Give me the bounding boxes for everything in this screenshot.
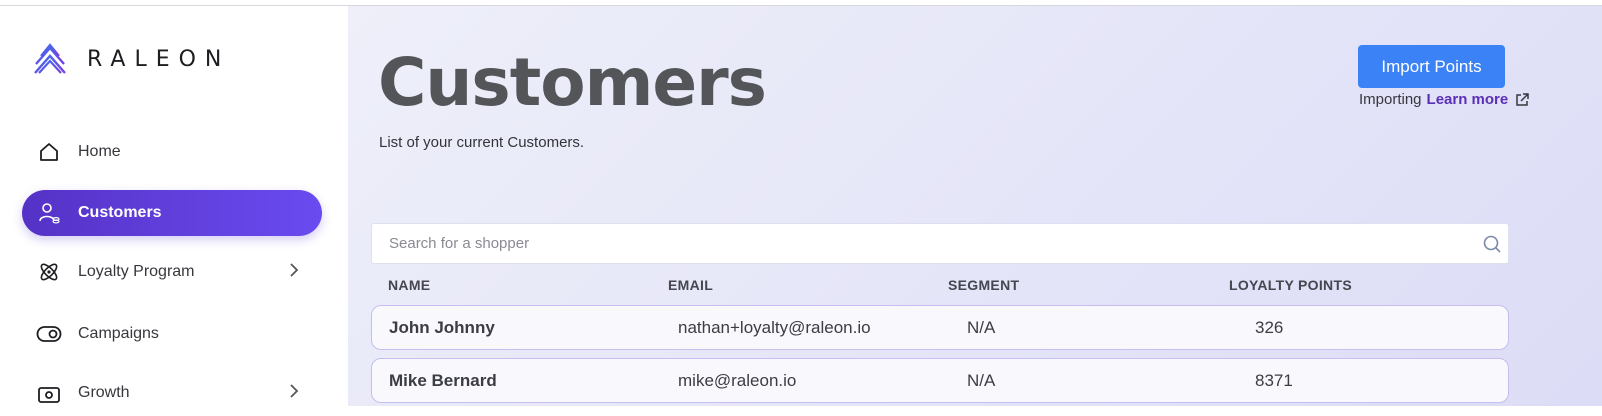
search-bar bbox=[371, 223, 1509, 264]
page-title: Customers bbox=[378, 44, 767, 121]
sidebar-item-label: Campaigns bbox=[78, 325, 159, 342]
sidebar-item-label: Customers bbox=[78, 204, 162, 221]
importing-label: Importing bbox=[1359, 91, 1422, 108]
growth-icon bbox=[36, 380, 62, 406]
customer-segment: N/A bbox=[967, 318, 996, 337]
customer-points: 8371 bbox=[1255, 371, 1293, 390]
sidebar: RALEON Home Customers Loyalty Program Ca… bbox=[0, 6, 348, 406]
import-points-button[interactable]: Import Points bbox=[1358, 45, 1505, 88]
search-icon[interactable] bbox=[1482, 234, 1502, 259]
customer-points: 326 bbox=[1255, 318, 1284, 337]
chevron-right-icon bbox=[288, 383, 300, 404]
chevron-right-icon bbox=[288, 262, 300, 283]
customers-icon bbox=[36, 200, 62, 226]
table-row[interactable]: John Johnny nathan+loyalty@raleon.io N/A… bbox=[371, 305, 1509, 350]
page-subtitle: List of your current Customers. bbox=[379, 134, 585, 151]
table-row[interactable]: Mike Bernard mike@raleon.io N/A 8371 bbox=[371, 358, 1509, 403]
customer-name: Mike Bernard bbox=[389, 371, 497, 390]
customer-segment: N/A bbox=[967, 371, 996, 390]
column-header-name[interactable]: NAME bbox=[388, 277, 430, 293]
sidebar-item-customers[interactable]: Customers bbox=[22, 190, 322, 236]
loyalty-icon bbox=[36, 259, 62, 285]
customer-email: nathan+loyalty@raleon.io bbox=[678, 318, 871, 337]
column-header-segment[interactable]: SEGMENT bbox=[948, 277, 1019, 293]
brand-name: RALEON bbox=[87, 46, 231, 72]
column-header-email[interactable]: EMAIL bbox=[668, 277, 713, 293]
external-link-icon[interactable] bbox=[1514, 92, 1530, 108]
toggle-icon bbox=[36, 321, 62, 347]
home-icon bbox=[36, 139, 62, 165]
customer-email: mike@raleon.io bbox=[678, 371, 797, 390]
brand-logo[interactable]: RALEON bbox=[33, 42, 230, 76]
column-header-loyalty-points[interactable]: LOYALTY POINTS bbox=[1229, 277, 1352, 293]
importing-help: Importing Learn more bbox=[1359, 91, 1530, 108]
main-content: Customers List of your current Customers… bbox=[348, 6, 1602, 406]
raleon-logo-icon bbox=[34, 43, 66, 74]
sidebar-item-home[interactable]: Home bbox=[22, 129, 322, 175]
sidebar-item-growth[interactable]: Growth bbox=[22, 370, 322, 416]
sidebar-item-campaigns[interactable]: Campaigns bbox=[22, 311, 322, 357]
sidebar-item-loyalty-program[interactable]: Loyalty Program bbox=[22, 249, 322, 295]
learn-more-link[interactable]: Learn more bbox=[1427, 91, 1509, 108]
sidebar-item-label: Growth bbox=[78, 384, 130, 401]
customer-name: John Johnny bbox=[389, 318, 495, 337]
sidebar-item-label: Loyalty Program bbox=[78, 263, 195, 280]
search-input[interactable] bbox=[372, 224, 1472, 263]
sidebar-item-label: Home bbox=[78, 143, 121, 160]
